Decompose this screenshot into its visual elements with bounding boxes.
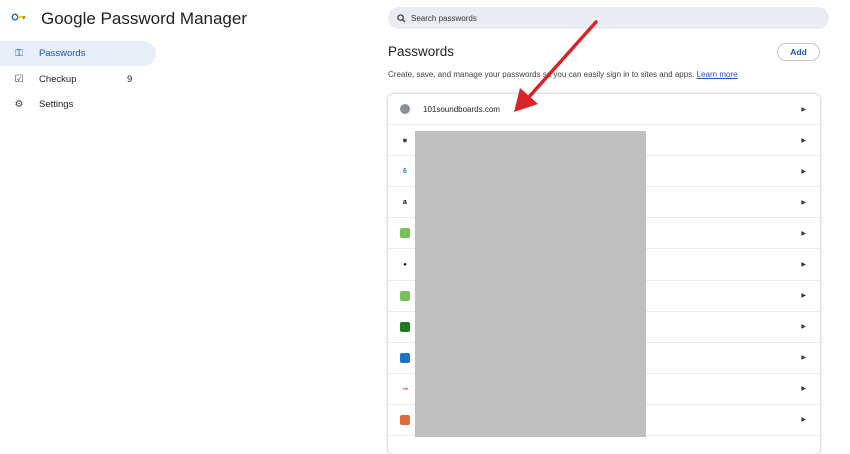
password-row[interactable]: 101soundboards.com ▶ [388,94,820,126]
description-text: Create, save, and manage your passwords … [388,70,695,79]
chevron-right-icon: ▶ [801,106,806,113]
chevron-right-icon: ▶ [801,168,806,175]
chevron-right-icon: ▶ [801,324,806,331]
sidebar-item-label: Passwords [39,48,86,59]
lock-app-icon: 6 [403,167,407,175]
google-password-manager-logo-icon [11,13,26,21]
app-title: Google Password Manager [41,9,248,28]
redacted-region [415,131,646,437]
sidebar-item-settings[interactable]: ⚙ Settings [0,92,156,117]
checkup-count: 9 [127,73,133,85]
search-placeholder: Search passwords [411,13,477,23]
blue-square-icon [400,352,410,363]
checkup-icon: ☑ [14,73,24,85]
sidebar-item-passwords[interactable]: ⚿ Passwords [0,41,156,66]
search-input[interactable]: Search passwords [388,7,829,29]
amazon-icon: a [403,198,407,206]
chevron-right-icon: ▶ [801,262,806,269]
page-description: Create, save, and manage your passwords … [388,70,738,79]
globe-icon: ● [402,135,408,146]
gear-icon: ⚙ [14,99,24,110]
chevron-right-icon: ▶ [801,230,806,237]
key-icon: ⚿ [15,48,23,59]
sidebar-nav: ⚿ Passwords ☑ Checkup 9 ⚙ Settings [0,41,156,118]
orange-link-icon: ⊸ [402,385,408,393]
page-title: Passwords [388,44,455,59]
apple-icon: ● [403,261,407,268]
chevron-right-icon: ▶ [801,137,806,144]
101soundboards-icon [400,104,410,115]
site-name: 101soundboards.com [423,104,500,114]
chevron-right-icon: ▶ [801,386,806,393]
sidebar-item-label: Settings [39,99,74,110]
search-icon [397,13,406,23]
app-icon [400,414,410,425]
chevron-right-icon: ▶ [801,293,806,300]
chevron-right-icon: ▶ [801,355,806,362]
chevron-right-icon: ▶ [801,199,806,206]
chevron-right-icon: ▶ [801,417,806,424]
sidebar-item-checkup[interactable]: ☑ Checkup 9 [0,67,156,92]
add-button[interactable]: Add [777,43,820,61]
learn-more-link[interactable]: Learn more [697,70,738,79]
android-icon [400,290,410,301]
android-icon [400,228,410,239]
sidebar-item-label: Checkup [39,73,77,85]
green-app-icon [400,321,410,332]
